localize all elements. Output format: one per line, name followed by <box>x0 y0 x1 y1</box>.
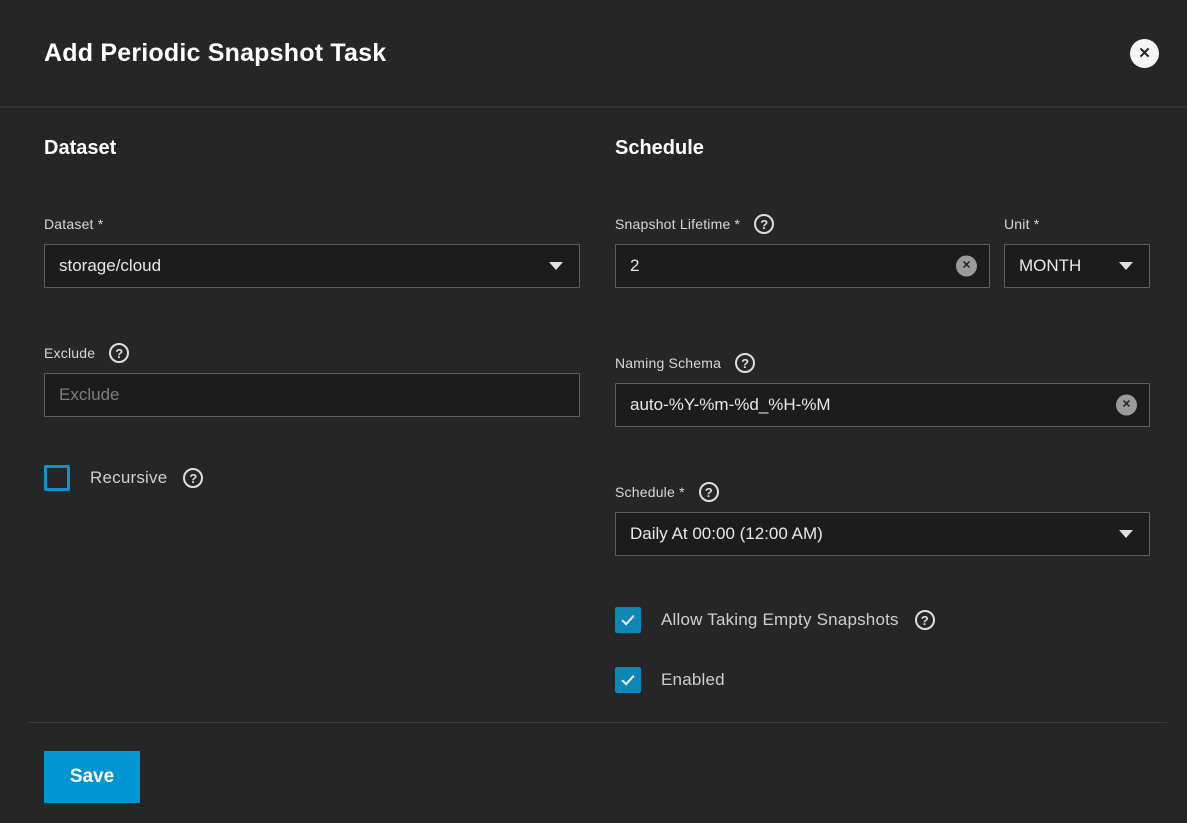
snapshot-lifetime-label: Snapshot Lifetime * <box>615 216 740 232</box>
snapshot-lifetime-field: Snapshot Lifetime * ? ✕ <box>615 214 990 288</box>
check-icon <box>619 611 637 629</box>
lifetime-unit-row: Snapshot Lifetime * ? ✕ Unit * <box>615 214 1150 288</box>
dataset-field-label: Dataset * <box>44 216 103 232</box>
exclude-field: Exclude ? <box>44 343 580 417</box>
schedule-field: Schedule * ? Daily At 00:00 (12:00 AM) <box>615 482 1150 556</box>
dialog-title: Add Periodic Snapshot Task <box>44 39 1130 68</box>
chevron-down-icon <box>1119 530 1133 538</box>
clear-icon: ✕ <box>1122 400 1131 411</box>
dialog-header: Add Periodic Snapshot Task ✕ <box>0 0 1187 108</box>
help-icon[interactable]: ? <box>735 353 755 373</box>
dataset-section: Dataset Dataset * storage/cloud Exclude … <box>44 137 580 722</box>
allow-empty-snapshots-checkbox[interactable] <box>615 607 641 633</box>
unit-field: Unit * MONTH <box>1004 214 1150 288</box>
schedule-section: Schedule Snapshot Lifetime * ? ✕ <box>615 137 1150 722</box>
help-icon[interactable]: ? <box>109 343 129 363</box>
dataset-select[interactable]: storage/cloud <box>44 244 580 288</box>
schedule-select[interactable]: Daily At 00:00 (12:00 AM) <box>615 512 1150 556</box>
recursive-field: Recursive ? <box>44 465 580 491</box>
enabled-checkbox[interactable] <box>615 667 641 693</box>
schedule-section-heading: Schedule <box>615 137 1150 160</box>
help-icon[interactable]: ? <box>754 214 774 234</box>
dialog-footer: Save <box>0 723 1187 803</box>
close-button[interactable]: ✕ <box>1130 39 1159 68</box>
help-icon[interactable]: ? <box>699 482 719 502</box>
dataset-field: Dataset * storage/cloud <box>44 214 580 288</box>
naming-schema-input[interactable] <box>615 383 1150 427</box>
chevron-down-icon <box>549 262 563 270</box>
allow-empty-snapshots-label: Allow Taking Empty Snapshots <box>661 610 899 630</box>
exclude-input[interactable] <box>44 373 580 417</box>
clear-input-button[interactable]: ✕ <box>956 256 977 277</box>
dataset-select-value: storage/cloud <box>59 256 539 276</box>
unit-select[interactable]: MONTH <box>1004 244 1150 288</box>
exclude-field-label: Exclude <box>44 345 95 361</box>
enabled-label: Enabled <box>661 670 725 690</box>
help-icon[interactable]: ? <box>183 468 203 488</box>
add-periodic-snapshot-task-dialog: Add Periodic Snapshot Task ✕ Dataset Dat… <box>0 0 1187 803</box>
schedule-field-label: Schedule * <box>615 484 685 500</box>
clear-input-button[interactable]: ✕ <box>1116 395 1137 416</box>
snapshot-lifetime-input[interactable] <box>615 244 990 288</box>
unit-select-value: MONTH <box>1019 256 1109 276</box>
unit-field-label: Unit * <box>1004 216 1039 232</box>
allow-empty-snapshots-field: Allow Taking Empty Snapshots ? <box>615 607 1150 633</box>
enabled-field: Enabled <box>615 667 1150 693</box>
check-icon <box>619 671 637 689</box>
chevron-down-icon <box>1119 262 1133 270</box>
recursive-checkbox[interactable] <box>44 465 70 491</box>
schedule-select-value: Daily At 00:00 (12:00 AM) <box>630 524 1109 544</box>
naming-schema-label: Naming Schema <box>615 355 721 371</box>
save-button[interactable]: Save <box>44 751 140 803</box>
dialog-body: Dataset Dataset * storage/cloud Exclude … <box>0 108 1187 722</box>
help-icon[interactable]: ? <box>915 610 935 630</box>
recursive-label: Recursive <box>90 468 167 488</box>
dataset-section-heading: Dataset <box>44 137 580 160</box>
clear-icon: ✕ <box>962 261 971 272</box>
naming-schema-field: Naming Schema ? ✕ <box>615 353 1150 427</box>
close-icon: ✕ <box>1138 46 1151 61</box>
